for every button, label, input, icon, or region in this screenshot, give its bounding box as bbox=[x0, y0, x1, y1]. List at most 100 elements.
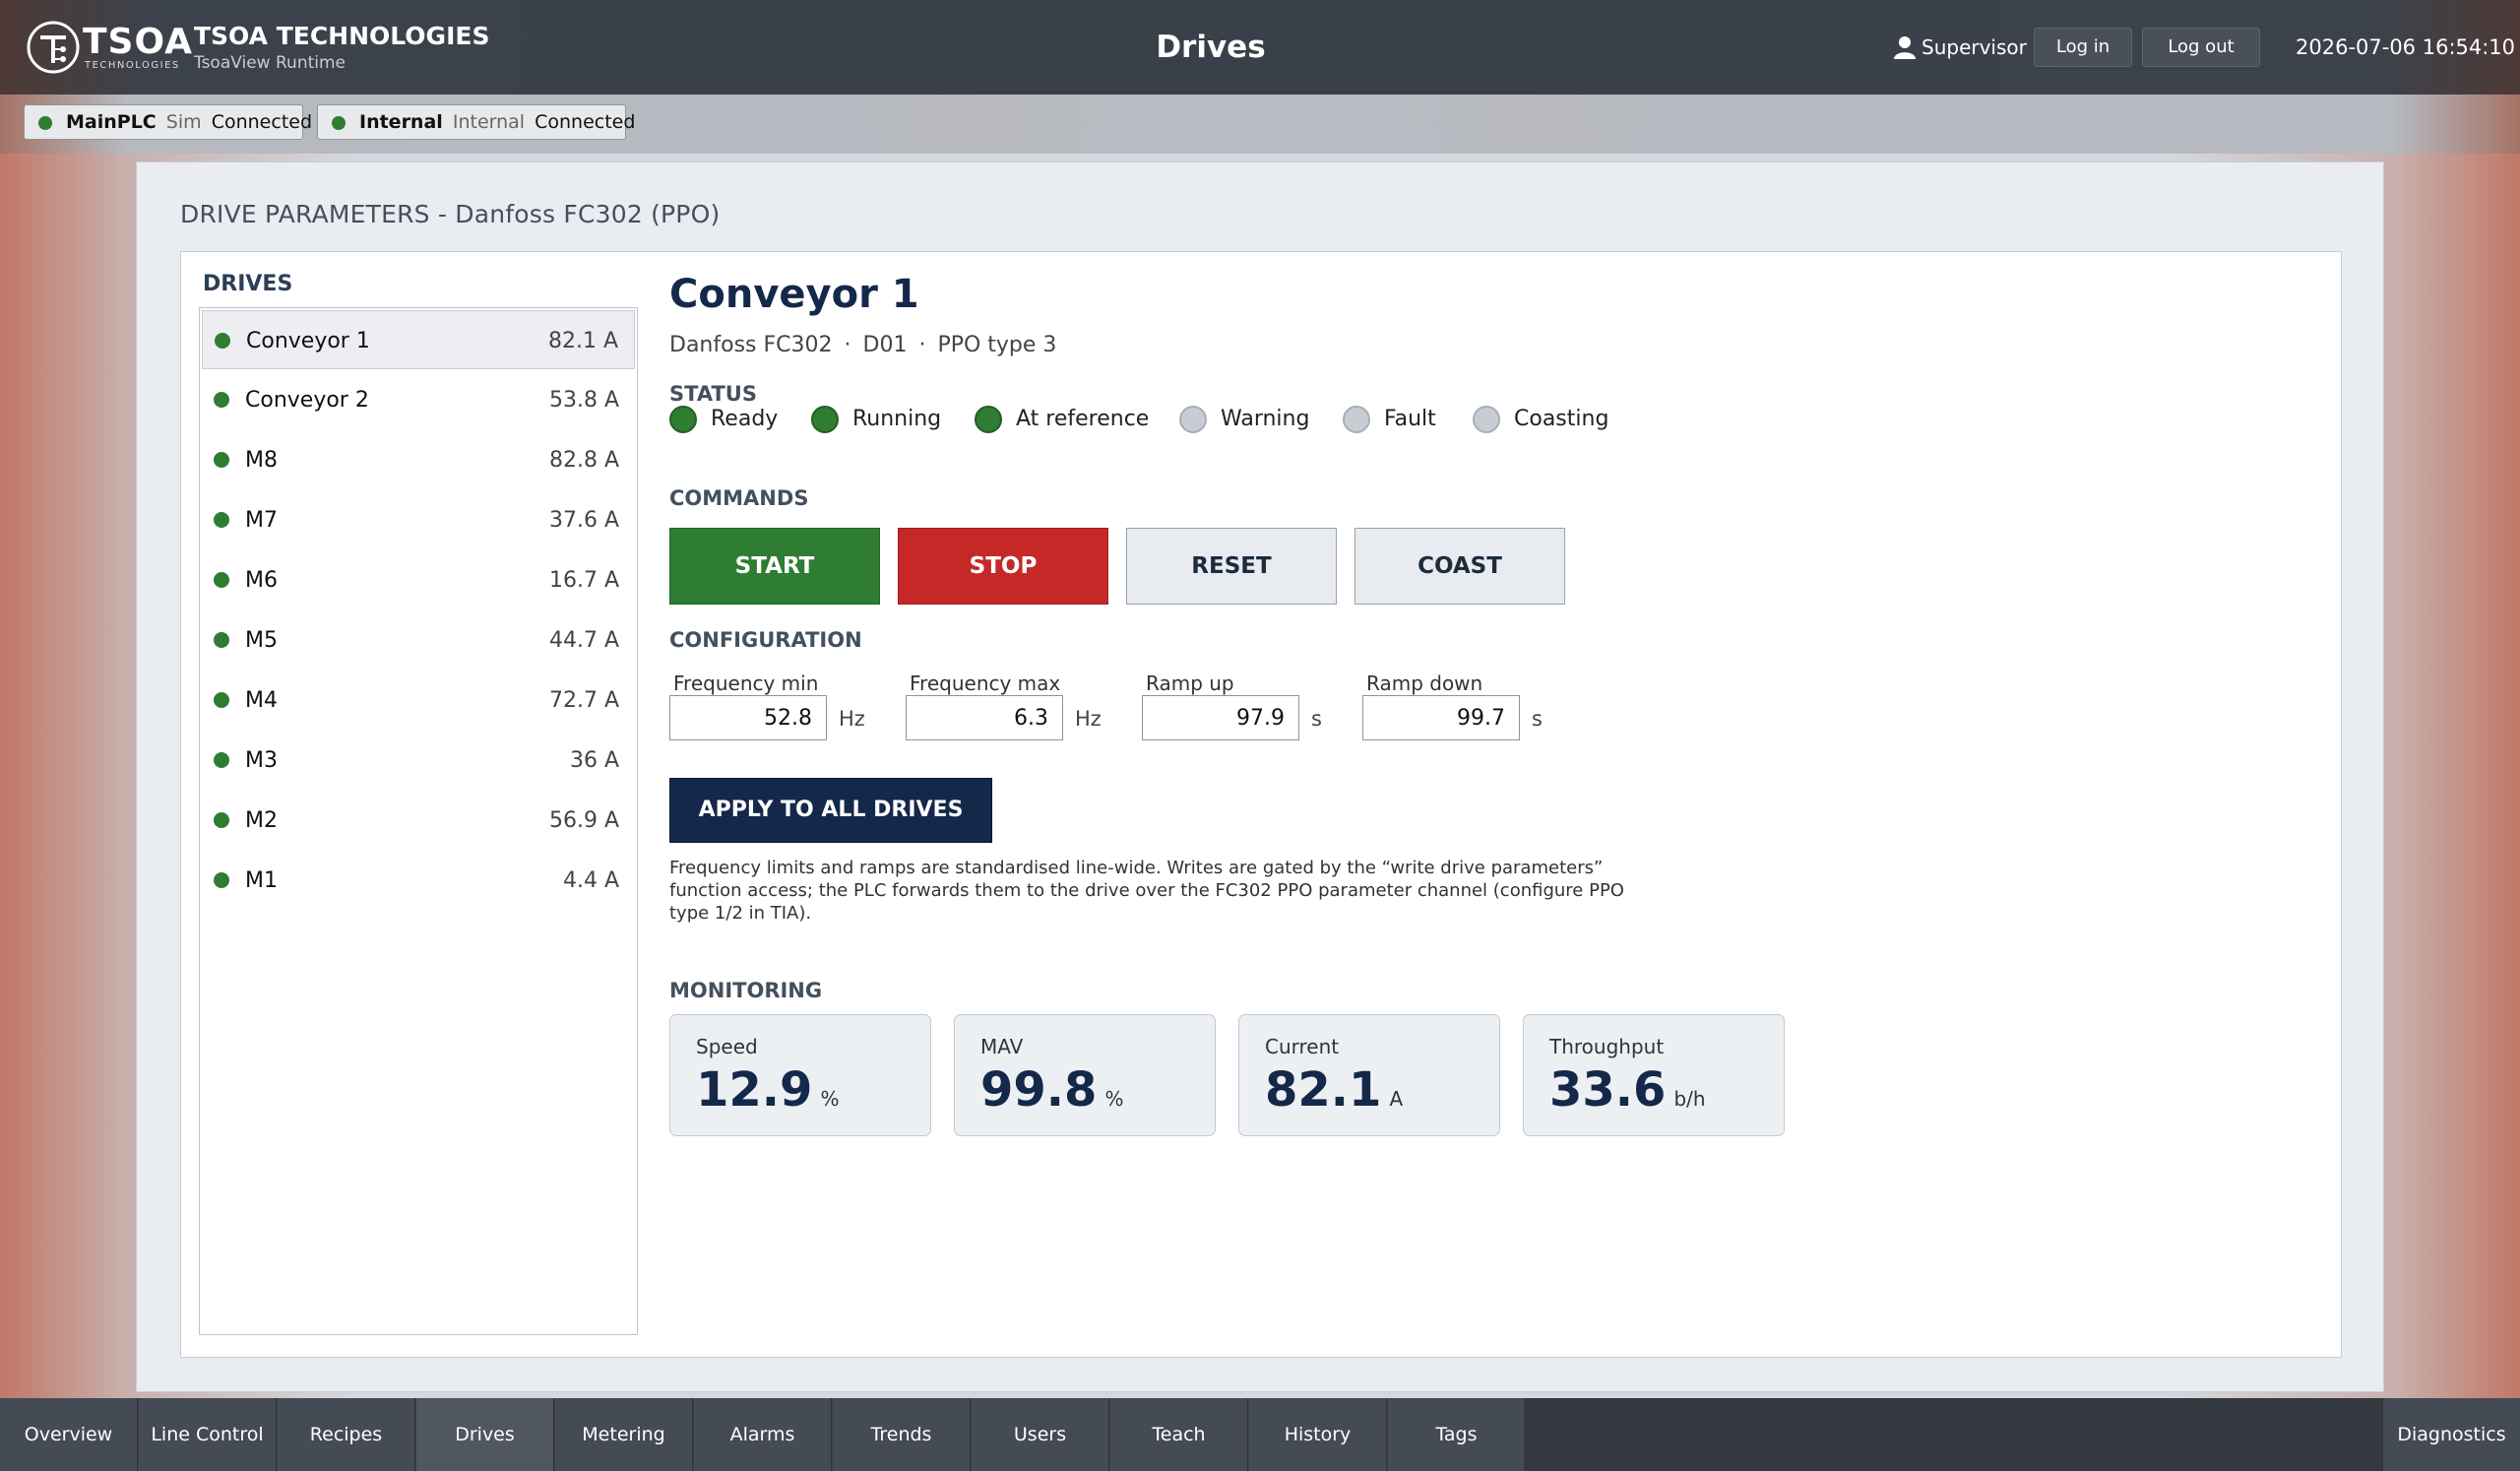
drive-status-dot bbox=[215, 333, 230, 349]
drive-item-m6[interactable]: M6 16.7 A bbox=[202, 550, 635, 609]
coast-button[interactable]: COAST bbox=[1354, 528, 1565, 605]
monitor-value-wrap: 33.6 b/h bbox=[1549, 1062, 1706, 1118]
drive-current: 56.9 A bbox=[548, 808, 619, 833]
connection-name: Internal bbox=[359, 111, 443, 133]
drive-name: M7 bbox=[245, 508, 278, 533]
status-ready: Ready bbox=[669, 404, 778, 437]
drive-name: M5 bbox=[245, 628, 278, 653]
tab-trends[interactable]: Trends bbox=[833, 1398, 971, 1471]
connection-status: Connected bbox=[535, 111, 636, 133]
drive-item-m2[interactable]: M2 56.9 A bbox=[202, 791, 635, 850]
tab-tags[interactable]: Tags bbox=[1388, 1398, 1526, 1471]
drive-item-m3[interactable]: M3 36 A bbox=[202, 731, 635, 790]
status-text: At reference bbox=[1016, 407, 1150, 431]
tab-history[interactable]: History bbox=[1249, 1398, 1387, 1471]
nav-spacer bbox=[1524, 1398, 2382, 1471]
status-indicator bbox=[1179, 406, 1207, 433]
connection-internal: Internal Internal Connected bbox=[317, 104, 635, 140]
connection-type: Internal bbox=[452, 111, 526, 133]
status-indicator bbox=[975, 406, 1002, 433]
monitor-value-wrap: 99.8% bbox=[980, 1062, 1123, 1118]
field-label: Frequency min bbox=[673, 672, 819, 695]
drive-name: M2 bbox=[245, 808, 278, 833]
monitor-mav: MAV 99.8% bbox=[954, 1014, 1216, 1136]
drive-item-m8[interactable]: M8 82.8 A bbox=[202, 430, 635, 489]
commands-label: COMMANDS bbox=[669, 486, 809, 510]
drive-item-conveyor-2[interactable]: Conveyor 2 53.8 A bbox=[202, 370, 635, 429]
connection-type: Sim bbox=[165, 111, 202, 133]
drive-status-dot bbox=[214, 632, 229, 648]
drive-subtitle: Danfoss FC302 · D01 · PPO type 3 bbox=[669, 333, 1056, 357]
company-name: TSOA TECHNOLOGIES bbox=[194, 22, 490, 50]
field-unit: s bbox=[1311, 707, 1322, 731]
separator: · bbox=[844, 333, 851, 357]
hmi-frame: TSOA TECHNOLOGIES TSOA TECHNOLOGIES Tsoa… bbox=[0, 0, 2520, 1471]
tab-overview[interactable]: Overview bbox=[0, 1398, 138, 1471]
stop-button[interactable]: STOP bbox=[898, 528, 1108, 605]
connection-status: Connected bbox=[211, 111, 313, 133]
status-running: Running bbox=[811, 404, 941, 437]
start-button[interactable]: START bbox=[669, 528, 880, 605]
frequency-max-input[interactable] bbox=[906, 695, 1063, 740]
separator: · bbox=[918, 333, 926, 357]
tab-drives[interactable]: Drives bbox=[416, 1398, 554, 1471]
reset-button[interactable]: RESET bbox=[1126, 528, 1337, 605]
drive-item-m1[interactable]: M1 4.4 A bbox=[202, 851, 635, 910]
field-unit: Hz bbox=[1075, 707, 1102, 731]
tab-line-control[interactable]: Line Control bbox=[139, 1398, 277, 1471]
app-name: TsoaView Runtime bbox=[194, 53, 346, 73]
monitor-unit: % bbox=[820, 1087, 840, 1111]
tab-alarms[interactable]: Alarms bbox=[694, 1398, 832, 1471]
drive-item-conveyor-1[interactable]: Conveyor 1 82.1 A bbox=[202, 310, 635, 369]
drive-current: 4.4 A bbox=[562, 868, 619, 893]
monitor-value: 99.8 bbox=[980, 1062, 1098, 1118]
login-button[interactable]: Log in bbox=[2034, 28, 2132, 67]
drive-current: 72.7 A bbox=[548, 688, 619, 713]
connection-status-dot bbox=[332, 116, 346, 130]
drive-current: 44.7 A bbox=[548, 628, 619, 653]
drive-item-m7[interactable]: M7 37.6 A bbox=[202, 490, 635, 549]
connection-name: MainPLC bbox=[66, 111, 157, 133]
drive-name: M3 bbox=[245, 748, 278, 773]
monitoring-label: MONITORING bbox=[669, 979, 823, 1002]
bottom-nav: Overview Line Control Recipes Drives Met… bbox=[0, 1398, 2520, 1471]
drive-item-m4[interactable]: M4 72.7 A bbox=[202, 671, 635, 730]
frequency-min-input[interactable] bbox=[669, 695, 827, 740]
monitor-speed: Speed 12.9% bbox=[669, 1014, 931, 1136]
status-row: Ready Running At reference Warning Fault… bbox=[669, 404, 1851, 437]
field-label: Frequency max bbox=[910, 672, 1061, 695]
status-indicator bbox=[669, 406, 697, 433]
logout-button[interactable]: Log out bbox=[2142, 28, 2260, 67]
tab-recipes[interactable]: Recipes bbox=[278, 1398, 415, 1471]
monitor-label: Current bbox=[1265, 1035, 1340, 1058]
drive-title: Conveyor 1 bbox=[669, 272, 919, 317]
tab-diagnostics[interactable]: Diagnostics bbox=[2382, 1398, 2520, 1471]
drive-item-m5[interactable]: M5 44.7 A bbox=[202, 610, 635, 670]
status-indicator bbox=[1473, 406, 1500, 433]
drive-current: 36 A bbox=[569, 748, 619, 773]
status-fault: Fault bbox=[1343, 404, 1436, 437]
status-at-reference: At reference bbox=[975, 404, 1149, 437]
drive-current: 82.8 A bbox=[548, 448, 619, 473]
info-note: Frequency limits and ramps are standardi… bbox=[669, 858, 1624, 924]
monitor-label: MAV bbox=[980, 1035, 1024, 1058]
drive-name: M8 bbox=[245, 448, 278, 473]
drive-current: 16.7 A bbox=[548, 568, 619, 593]
status-text: Warning bbox=[1221, 407, 1310, 431]
monitor-unit: b/h bbox=[1673, 1087, 1706, 1111]
drive-current: 82.1 A bbox=[547, 329, 618, 353]
monitor-label: Speed bbox=[696, 1035, 758, 1058]
drive-name: M1 bbox=[245, 868, 278, 893]
tab-metering[interactable]: Metering bbox=[555, 1398, 693, 1471]
monitor-current: Current 82.1 A bbox=[1238, 1014, 1500, 1136]
apply-to-all-drives-button[interactable]: APPLY TO ALL DRIVES bbox=[669, 778, 992, 843]
header-bar: TSOA TECHNOLOGIES TSOA TECHNOLOGIES Tsoa… bbox=[0, 0, 2520, 95]
drive-status-dot bbox=[214, 752, 229, 768]
ramp-down-input[interactable] bbox=[1362, 695, 1520, 740]
configuration-label: CONFIGURATION bbox=[669, 628, 862, 652]
tab-users[interactable]: Users bbox=[972, 1398, 1109, 1471]
tab-teach[interactable]: Teach bbox=[1110, 1398, 1248, 1471]
ramp-up-input[interactable] bbox=[1142, 695, 1299, 740]
monitor-unit: A bbox=[1389, 1087, 1404, 1111]
monitor-label: Throughput bbox=[1549, 1035, 1665, 1058]
